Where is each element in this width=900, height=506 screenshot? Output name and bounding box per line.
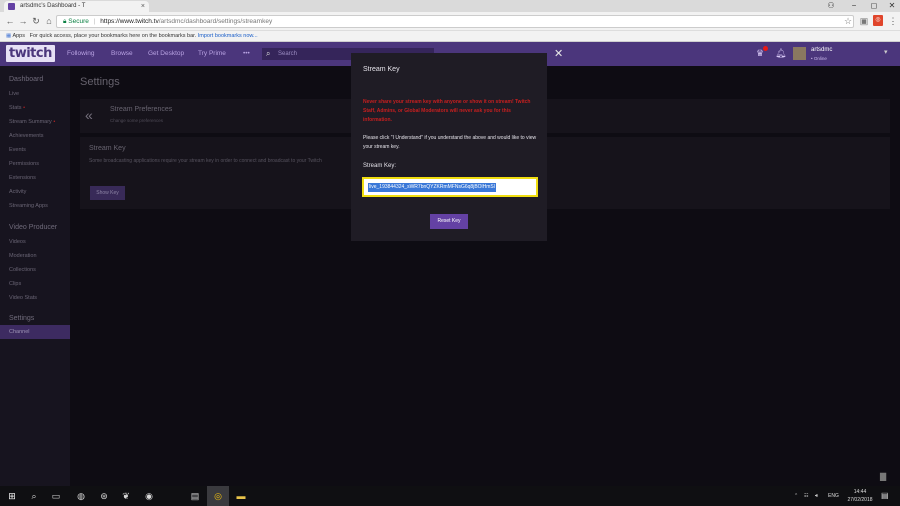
modal-instructions: Please click "I Understand" if you under… <box>363 135 537 150</box>
reload-icon[interactable]: ↻ <box>30 15 42 27</box>
windows-taskbar: ⊞ ⌕ ▭ ◍ ⊛ ❦ ◉ ▤ ◎ ▬ ⌃ ☷ 🔊︎ ENG 14:44 27/… <box>0 486 900 506</box>
stream-key-label: Stream Key: <box>363 163 397 169</box>
username[interactable]: artsdmc <box>811 47 832 53</box>
address-bar[interactable]: 🔒︎ Secure | https://www.twitch.tv/artsdm… <box>56 15 854 28</box>
stream-key-description: Some broadcasting applications require y… <box>89 158 322 164</box>
url-host: https://www.twitch.tv <box>100 18 159 25</box>
sidebar-item-collections[interactable]: Collections <box>9 267 36 273</box>
stream-key-value[interactable]: live_193844324_sWR7bnQYZKRmMFNsG6q8jBOlH… <box>368 183 496 192</box>
online-status: • Online <box>811 56 827 61</box>
tray-chevron-up-icon[interactable]: ⌃ <box>794 486 798 506</box>
nav-following[interactable]: Following <box>67 42 94 66</box>
sidebar-item-stream-summary[interactable]: Stream Summary • <box>9 119 55 125</box>
chat-bubble-icon[interactable]: ▇ <box>880 472 886 481</box>
sidebar-header-settings: Settings <box>9 315 35 322</box>
sidebar-item-moderation[interactable]: Moderation <box>9 253 37 259</box>
bell-icon[interactable]: 🔔︎ <box>775 48 786 59</box>
nav-more[interactable]: ••• <box>243 42 250 66</box>
bookmarks-hint: For quick access, place your bookmarks h… <box>29 33 197 39</box>
collapse-chevron-icon[interactable]: « <box>85 107 93 123</box>
sidebar-item-clips[interactable]: Clips <box>9 281 21 287</box>
sidebar-item-events[interactable]: Events <box>9 147 26 153</box>
sidebar-item-permissions[interactable]: Permissions <box>9 161 39 167</box>
apps-grid-icon[interactable]: ▦ <box>6 33 11 39</box>
sidebar-item-activity[interactable]: Activity <box>9 189 26 195</box>
sidebar-item-extensions[interactable]: Extensions <box>9 175 36 181</box>
network-icon[interactable]: ☷ <box>804 486 808 506</box>
modal-close-icon[interactable]: ✕ <box>554 47 563 60</box>
avatar[interactable] <box>793 47 806 60</box>
app-icon-2[interactable]: ❦ <box>119 489 133 503</box>
sidebar-item-channel[interactable]: Channel <box>9 329 30 335</box>
browser-toolbar: ← → ↻ ⌂ 🔒︎ Secure | https://www.twitch.t… <box>0 12 900 31</box>
steam-icon[interactable]: ⊛ <box>97 489 111 503</box>
stream-key-heading: Stream Key <box>89 145 126 152</box>
back-arrow-icon[interactable]: ← <box>4 15 16 27</box>
app-icon-3[interactable]: ◉ <box>142 489 156 503</box>
url-path: /artsdmc/dashboard/settings/streamkey <box>158 18 273 25</box>
volume-icon[interactable]: 🔊︎ <box>815 486 818 506</box>
bookmarks-bar: ▦ Apps For quick access, place your book… <box>0 31 900 42</box>
sidebar-item-videos[interactable]: Videos <box>9 239 26 245</box>
secure-label: Secure <box>68 18 89 25</box>
tab-title: artsdmc's Dashboard - T <box>20 3 86 9</box>
dashboard-sidebar <box>0 66 70 486</box>
clock-time[interactable]: 14:44 <box>846 489 874 495</box>
close-window-button[interactable]: ✕ <box>880 0 900 12</box>
chrome-icon[interactable]: ◎ <box>211 489 225 503</box>
sidebar-item-video-stats[interactable]: Video Stats <box>9 295 37 301</box>
stream-preferences-subtitle: Change some preferences <box>110 118 164 123</box>
browser-tab[interactable]: artsdmc's Dashboard - T × <box>4 1 149 12</box>
search-placeholder: Search <box>278 51 298 57</box>
windows-start-icon[interactable]: ⊞ <box>5 489 19 503</box>
sidebar-item-streaming-apps[interactable]: Streaming Apps <box>9 203 48 209</box>
notifications-icon[interactable]: ▤ <box>881 486 889 506</box>
sidebar-header-dashboard: Dashboard <box>9 76 44 83</box>
stream-key-field[interactable]: live_193844324_sWR7bnQYZKRmMFNsG6q8jBOlH… <box>362 177 538 197</box>
nav-try-prime[interactable]: Try Prime <box>198 42 226 66</box>
bookmark-star-icon[interactable]: ☆ <box>842 15 854 27</box>
twitch-logo[interactable]: twitch <box>6 45 55 62</box>
app-icon-1[interactable]: ◍ <box>74 489 88 503</box>
sidebar-item-achievements[interactable]: Achievements <box>9 133 44 139</box>
stream-preferences-title: Stream Preferences <box>110 106 173 113</box>
search-icon[interactable]: ⌕ <box>27 489 41 503</box>
chrome-menu-icon[interactable]: ⋮ <box>887 15 899 27</box>
lock-icon: 🔒︎ <box>63 18 67 25</box>
sidebar-item-live[interactable]: Live <box>9 91 19 97</box>
alert-dot-icon: • <box>23 105 26 111</box>
nav-browse[interactable]: Browse <box>111 42 133 66</box>
modal-title: Stream Key <box>363 66 400 73</box>
reset-key-button[interactable]: Reset Key <box>430 214 468 229</box>
input-language[interactable]: ENG <box>828 486 839 506</box>
page-title: Settings <box>80 76 120 88</box>
chevron-down-icon[interactable]: ▾ <box>884 48 888 56</box>
sidebar-item-stats[interactable]: Stats • <box>9 105 25 111</box>
browser-tab-bar: artsdmc's Dashboard - T × ⚇ − ◻ ✕ <box>0 0 900 12</box>
alert-dot-icon: • <box>53 119 56 125</box>
nav-get-desktop[interactable]: Get Desktop <box>148 42 184 66</box>
modal-warning-text: Never share your stream key with anyone … <box>363 99 531 123</box>
home-icon[interactable]: ⌂ <box>43 15 55 27</box>
extension-red-icon[interactable]: ◎ <box>873 15 883 26</box>
import-bookmarks-link[interactable]: Import bookmarks now... <box>198 33 258 39</box>
tab-close-icon[interactable]: × <box>141 1 145 12</box>
sidebar-header-video-producer: Video Producer <box>9 224 58 231</box>
apps-link[interactable]: Apps <box>12 33 25 39</box>
notification-badge <box>763 46 768 51</box>
file-explorer-icon[interactable]: ▬ <box>234 489 248 503</box>
app-icon-4[interactable]: ▤ <box>188 489 202 503</box>
search-icon: ⌕ <box>266 49 271 58</box>
extension-icon[interactable]: ▣ <box>858 15 870 27</box>
show-key-button[interactable]: Show Key <box>90 186 125 200</box>
forward-arrow-icon[interactable]: → <box>17 15 29 27</box>
task-view-icon[interactable]: ▭ <box>49 489 63 503</box>
user-profile-icon[interactable]: ⚇ <box>819 0 843 12</box>
clock-date[interactable]: 27/02/2018 <box>846 497 874 503</box>
twitch-favicon-icon <box>8 3 15 10</box>
